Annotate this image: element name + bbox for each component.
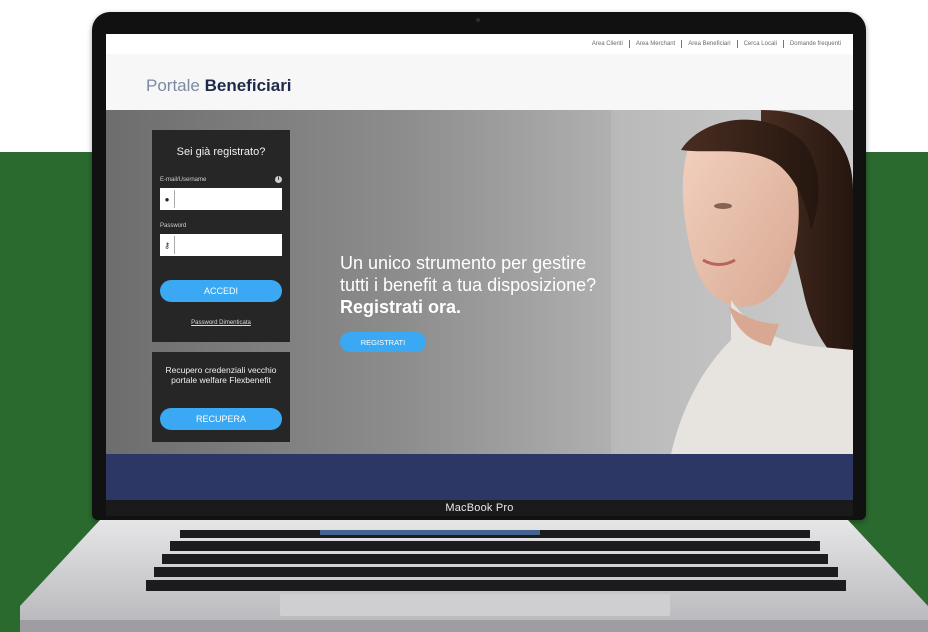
brand-bold-text: Beneficiari <box>204 76 292 95</box>
login-title: Sei già registrato? <box>176 146 266 158</box>
password-field-wrapper: ⚷ <box>160 234 282 256</box>
laptop-lid: Area Clienti Area Merchant Area Benefici… <box>92 12 866 520</box>
laptop-chin: MacBook Pro <box>106 500 853 516</box>
hero-line-1: Un unico strumento per gestire <box>340 253 587 273</box>
nav-link-cerca-locali[interactable]: Cerca Locali <box>736 40 783 48</box>
device-label: MacBook Pro <box>445 502 514 514</box>
laptop-keyboard-base <box>20 520 928 632</box>
hero-headline: Un unico strumento per gestire tutti i b… <box>340 252 640 318</box>
recover-text: Recupero credenziali vecchio portale wel… <box>165 365 277 385</box>
key-icon: ⚷ <box>164 240 170 250</box>
nav-link-area-merchant[interactable]: Area Merchant <box>628 40 681 48</box>
login-button[interactable]: ACCEDI <box>160 280 282 302</box>
forgot-password-link[interactable]: Password Dimenticata <box>152 320 290 326</box>
top-navigation: Area Clienti Area Merchant Area Benefici… <box>106 34 853 54</box>
hero-line-2: tutti i benefit a tua disposizione? <box>340 275 597 295</box>
bottom-navy-bar <box>106 454 853 500</box>
password-field[interactable] <box>174 236 279 254</box>
brand-logo[interactable]: Portale Beneficiari <box>146 76 292 96</box>
recover-button[interactable]: RECUPERA <box>160 408 282 430</box>
user-icon: ● <box>164 194 170 204</box>
laptop-screen: Area Clienti Area Merchant Area Benefici… <box>106 34 853 500</box>
hero-woman-image <box>611 110 853 454</box>
email-field-wrapper: ● <box>160 188 282 210</box>
nav-link-area-beneficiari[interactable]: Area Beneficiari <box>681 40 736 48</box>
nav-link-domande-frequenti[interactable]: Domande frequenti <box>782 40 847 48</box>
webcam <box>476 18 480 22</box>
info-icon[interactable]: i <box>275 176 282 183</box>
hero-line-3: Registrati ora. <box>340 297 462 317</box>
email-label: E-mail/Username <box>160 177 207 183</box>
recover-panel: Recupero credenziali vecchio portale wel… <box>152 352 290 442</box>
brand-header: Portale Beneficiari <box>106 54 853 110</box>
brand-light-text: Portale <box>146 76 200 95</box>
email-field[interactable] <box>174 190 279 208</box>
register-button[interactable]: REGISTRATI <box>340 332 426 352</box>
login-panel: Sei già registrato? E-mail/Username i ● … <box>152 130 290 342</box>
nav-link-area-clienti[interactable]: Area Clienti <box>586 40 629 48</box>
password-label: Password <box>160 223 187 229</box>
